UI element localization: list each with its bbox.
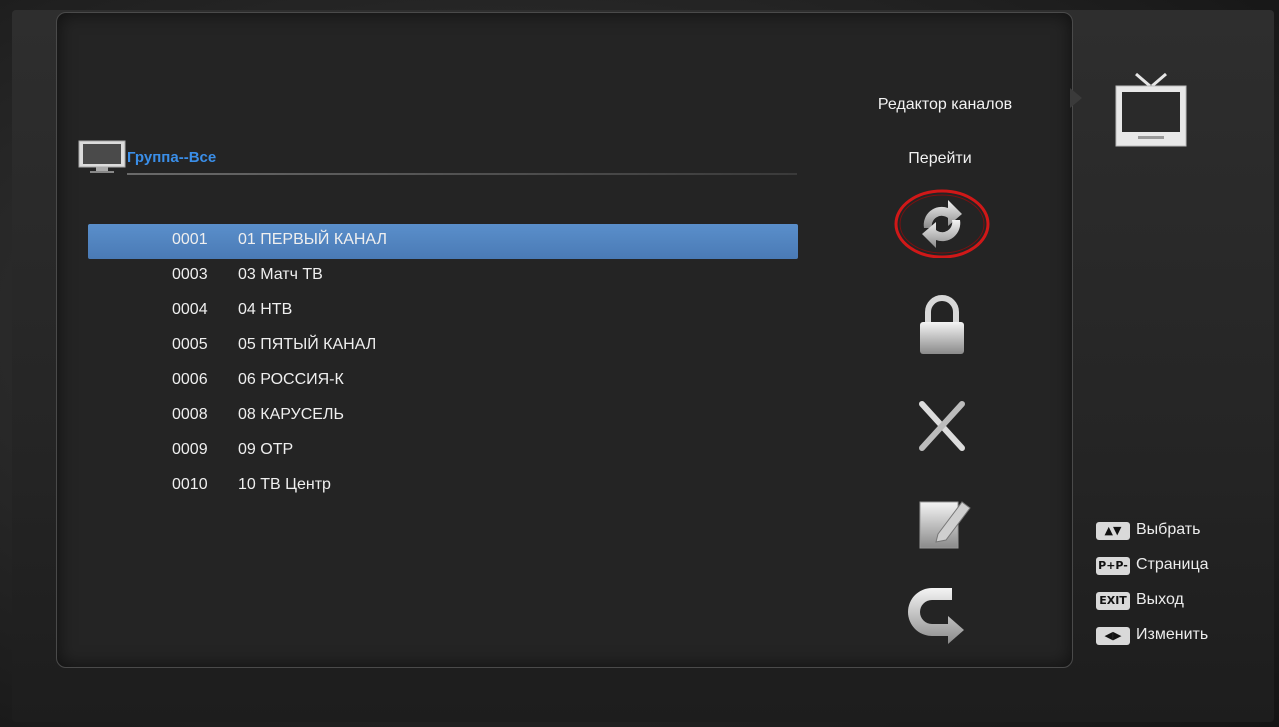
tv-icon xyxy=(1115,72,1187,147)
action-label: Перейти xyxy=(908,150,972,167)
group-header: Группа--Все xyxy=(78,140,798,176)
channel-number: 0005 xyxy=(172,336,208,353)
move-icon[interactable] xyxy=(892,188,992,258)
channel-name: 09 ОТР xyxy=(238,441,294,458)
key-hints: ▲▼ Выбрать P+P- Страница EXIT Выход ◀▶ И… xyxy=(1096,518,1276,658)
group-label: Группа--Все xyxy=(127,149,217,166)
hint-label: Страница xyxy=(1136,556,1209,573)
page-key-icon: P+P- xyxy=(1096,557,1130,575)
channel-list: 0001 01 ПЕРВЫЙ КАНАЛ 0003 03 Матч ТВ 000… xyxy=(88,224,798,504)
divider xyxy=(127,173,797,175)
rename-icon[interactable] xyxy=(892,488,992,558)
hint-select: ▲▼ Выбрать xyxy=(1096,518,1276,553)
delete-icon[interactable] xyxy=(892,392,992,462)
updown-key-icon: ▲▼ xyxy=(1096,522,1130,540)
channel-row[interactable]: 0001 01 ПЕРВЫЙ КАНАЛ xyxy=(88,224,798,259)
hint-change: ◀▶ Изменить xyxy=(1096,623,1276,658)
channel-name: 01 ПЕРВЫЙ КАНАЛ xyxy=(238,231,387,248)
hint-page: P+P- Страница xyxy=(1096,553,1276,588)
channel-number: 0010 xyxy=(172,476,208,493)
hint-label: Выбрать xyxy=(1136,521,1201,538)
channel-name: 03 Матч ТВ xyxy=(238,266,323,283)
channel-row[interactable]: 0005 05 ПЯТЫЙ КАНАЛ xyxy=(88,329,798,364)
channel-row[interactable]: 0008 08 КАРУСЕЛЬ xyxy=(88,399,798,434)
hint-label: Выход xyxy=(1136,591,1184,608)
channel-row[interactable]: 0003 03 Матч ТВ xyxy=(88,259,798,294)
channel-row[interactable]: 0006 06 РОССИЯ-К xyxy=(88,364,798,399)
channel-name: 10 ТВ Центр xyxy=(238,476,331,493)
channel-row[interactable]: 0009 09 ОТР xyxy=(88,434,798,469)
hint-exit: EXIT Выход xyxy=(1096,588,1276,623)
monitor-icon xyxy=(78,140,126,173)
panel-tab xyxy=(1070,88,1082,108)
leftright-key-icon: ◀▶ xyxy=(1096,627,1130,645)
lock-icon[interactable] xyxy=(892,292,992,362)
channel-number: 0006 xyxy=(172,371,208,388)
channel-row[interactable]: 0010 10 ТВ Центр xyxy=(88,469,798,504)
channel-row[interactable]: 0004 04 НТВ xyxy=(88,294,798,329)
channel-name: 04 НТВ xyxy=(238,301,293,318)
channel-number: 0009 xyxy=(172,441,208,458)
channel-name: 06 РОССИЯ-К xyxy=(238,371,344,388)
channel-number: 0001 xyxy=(172,231,208,248)
page-title: Редактор каналов xyxy=(877,96,1013,113)
channel-number: 0004 xyxy=(172,301,208,318)
skip-icon[interactable] xyxy=(892,582,992,652)
exit-key-icon: EXIT xyxy=(1096,592,1130,610)
hint-label: Изменить xyxy=(1136,626,1209,643)
channel-number: 0003 xyxy=(172,266,208,283)
channel-name: 08 КАРУСЕЛЬ xyxy=(238,406,344,423)
channel-number: 0008 xyxy=(172,406,208,423)
channel-name: 05 ПЯТЫЙ КАНАЛ xyxy=(238,336,377,353)
